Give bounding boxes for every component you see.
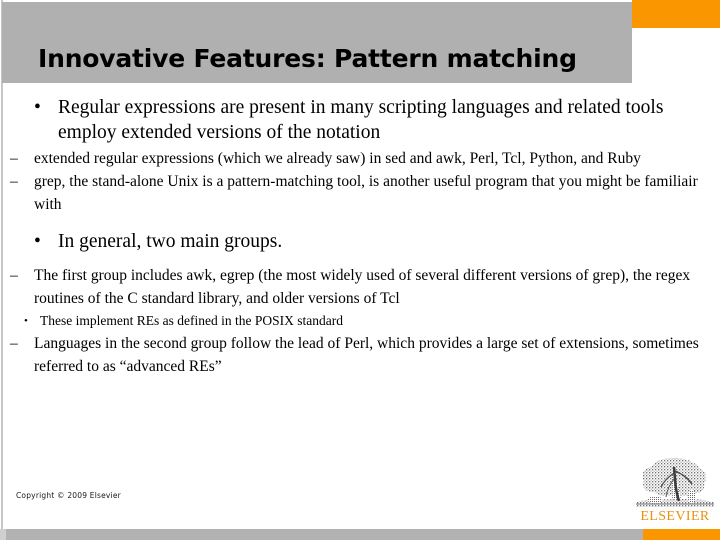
bullet-list-level-2: – The first group includes awk, egrep (t… <box>0 264 720 378</box>
bullet-text: grep, the stand-alone Unix is a pattern-… <box>34 173 698 213</box>
bullet-item-regular-expressions: • Regular expressions are present in man… <box>0 96 720 145</box>
bullet-item-second-group: – Languages in the second group follow t… <box>0 332 720 378</box>
bullet-text: These implement REs as defined in the PO… <box>40 312 343 328</box>
elsevier-logo: ELSEVIER <box>634 457 716 527</box>
bullet-text: extended regular expressions (which we a… <box>34 150 641 167</box>
top-right-accent-bar <box>632 0 720 28</box>
bullet-marker-disc-icon: • <box>34 231 41 252</box>
bullet-item-extended-regular-expressions: – extended regular expressions (which we… <box>0 147 720 170</box>
sublist-container-1: – extended regular expressions (which we… <box>0 147 720 216</box>
bullet-text: Languages in the second group follow the… <box>34 334 699 375</box>
copyright-notice: Copyright © 2009 Elsevier <box>16 491 121 500</box>
bullet-marker-dash-icon: – <box>10 173 18 190</box>
bullet-text: In general, two main groups. <box>58 231 283 252</box>
footer-bar-notch <box>0 529 6 540</box>
slide-body: • Regular expressions are present in man… <box>0 96 720 378</box>
bullet-marker-dash-icon: – <box>10 150 18 167</box>
bullet-list-level-1: • Regular expressions are present in man… <box>0 96 720 378</box>
bullet-item-grep: – grep, the stand-alone Unix is a patter… <box>0 170 720 216</box>
bullet-text: Regular expressions are present in many … <box>58 97 664 143</box>
page-title: Innovative Features: Pattern matching <box>38 44 577 73</box>
bullet-item-posix-standard: • These implement REs as defined in the … <box>0 310 720 332</box>
bullet-marker-small-disc-icon: • <box>24 314 28 327</box>
bullet-item-in-general: • In general, two main groups. <box>0 230 720 255</box>
bullet-item-first-group: – The first group includes awk, egrep (t… <box>0 264 720 310</box>
spacer <box>0 216 720 230</box>
bullet-marker-dash-icon: – <box>10 266 18 284</box>
footer-bar <box>0 529 643 540</box>
spacer <box>0 255 720 262</box>
elsevier-wordmark: ELSEVIER <box>640 509 710 524</box>
slide-canvas: Innovative Features: Pattern matching • … <box>0 0 720 540</box>
bullet-list-level-2: – extended regular expressions (which we… <box>0 147 720 216</box>
bullet-marker-dash-icon: – <box>10 334 18 352</box>
bullet-marker-disc-icon: • <box>34 97 41 118</box>
sublist-container-3: • These implement REs as defined in the … <box>0 310 720 332</box>
sublist-container-2: – The first group includes awk, egrep (t… <box>0 264 720 378</box>
elsevier-tree-icon <box>636 458 714 507</box>
footer-accent-bar <box>643 529 720 540</box>
bullet-text: The first group includes awk, egrep (the… <box>34 266 691 307</box>
bullet-list-level-3: • These implement REs as defined in the … <box>0 310 720 332</box>
slide-title-bar: Innovative Features: Pattern matching <box>2 2 632 83</box>
